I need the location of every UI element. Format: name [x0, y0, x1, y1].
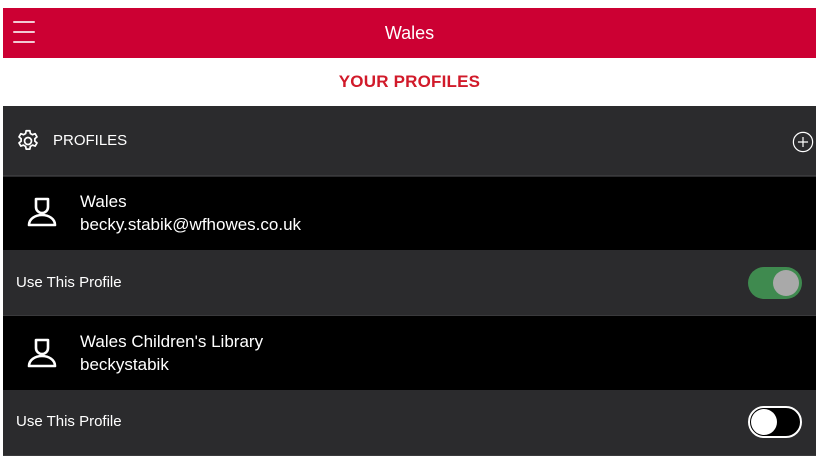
- profile-account: beckystabik: [80, 355, 169, 374]
- profile-item[interactable]: Wales becky.stabik@wfhowes.co.uk: [3, 177, 816, 250]
- section-title: PROFILES: [53, 132, 128, 149]
- toggle-knob: [751, 409, 777, 435]
- profiles-section-header: PROFILES: [3, 106, 816, 176]
- use-profile-toggle[interactable]: [748, 406, 802, 438]
- use-profile-label: Use This Profile: [16, 274, 122, 291]
- app-bar-title: Wales: [384, 23, 435, 43]
- profile-item[interactable]: Wales Children's Library beckystabik: [3, 316, 816, 390]
- use-profile-toggle[interactable]: [748, 267, 802, 299]
- use-profile-label: Use This Profile: [16, 413, 122, 430]
- plus-circle-icon[interactable]: [792, 131, 814, 153]
- use-profile-row: Use This Profile: [3, 250, 816, 316]
- user-icon: [27, 197, 57, 227]
- profile-name: Wales Children's Library: [80, 332, 264, 351]
- page-title: YOUR PROFILES: [338, 72, 481, 91]
- top-app-bar: Wales: [3, 8, 816, 58]
- profile-account: becky.stabik@wfhowes.co.uk: [80, 215, 302, 234]
- profiles-panel: PROFILES Wales becky.stabik@wfhowes.co.u…: [3, 106, 816, 456]
- use-profile-row: Use This Profile: [3, 390, 816, 456]
- profile-name: Wales: [80, 192, 127, 211]
- toggle-knob: [773, 270, 799, 296]
- gear-icon: [18, 129, 38, 150]
- user-icon: [27, 338, 57, 368]
